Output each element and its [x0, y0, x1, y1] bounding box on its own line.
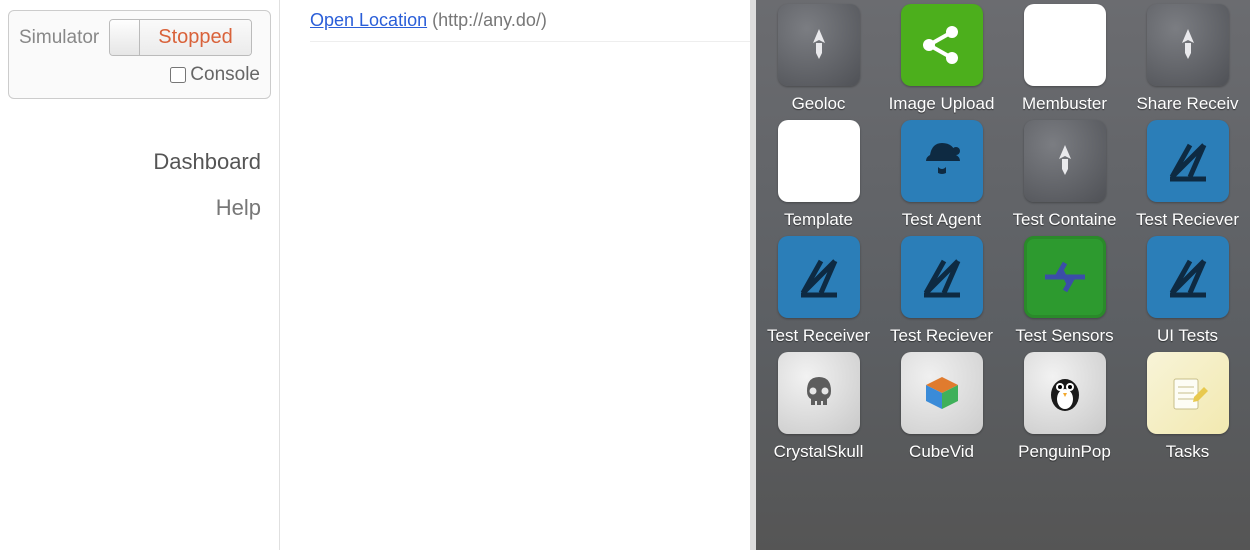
sidebar: Simulator Stopped Console Dashboard Help — [0, 0, 280, 550]
simulator-toggle-button[interactable]: Stopped — [109, 19, 252, 56]
app-label: Share Receiv — [1136, 94, 1238, 114]
cube-icon — [901, 352, 983, 434]
app-grid: Geoloc Image Upload Membuster Share Rece… — [760, 4, 1246, 462]
open-location-link[interactable]: Open Location — [310, 10, 427, 30]
device-simulator-screen: Geoloc Image Upload Membuster Share Rece… — [750, 0, 1250, 550]
app-label: Test Receiver — [767, 326, 870, 346]
compass-icon — [1147, 120, 1229, 202]
app-share-receive[interactable]: Share Receiv — [1129, 4, 1246, 114]
app-membuster[interactable]: Membuster — [1006, 4, 1123, 114]
app-label: Test Reciever — [890, 326, 993, 346]
app-test-receiver3[interactable]: Test Reciever — [883, 236, 1000, 346]
compass-icon — [778, 236, 860, 318]
app-template[interactable]: Template — [760, 120, 877, 230]
notes-icon — [1147, 352, 1229, 434]
sidebar-nav: Dashboard Help — [8, 149, 271, 221]
app-label: Template — [784, 210, 853, 230]
app-test-agent[interactable]: Test Agent — [883, 120, 1000, 230]
app-label: Test Containe — [1013, 210, 1117, 230]
console-checkbox[interactable] — [170, 67, 186, 83]
app-test-receiver2[interactable]: Test Receiver — [760, 236, 877, 346]
rocket-icon — [778, 4, 860, 86]
compass-icon — [901, 236, 983, 318]
location-url-text: (http://any.do/) — [432, 10, 547, 30]
app-penguinpop[interactable]: PenguinPop — [1006, 352, 1123, 462]
app-label: Membuster — [1022, 94, 1107, 114]
toggle-handle — [110, 20, 140, 55]
share-icon — [901, 4, 983, 86]
app-crystalskull[interactable]: CrystalSkull — [760, 352, 877, 462]
app-test-container[interactable]: Test Containe — [1006, 120, 1123, 230]
nav-dashboard[interactable]: Dashboard — [8, 149, 261, 175]
app-label: UI Tests — [1157, 326, 1218, 346]
sensors-icon — [1024, 236, 1106, 318]
nav-help[interactable]: Help — [8, 195, 261, 221]
rocket-icon — [1024, 120, 1106, 202]
app-image-upload[interactable]: Image Upload — [883, 4, 1000, 114]
app-test-sensors[interactable]: Test Sensors — [1006, 236, 1123, 346]
app-label: PenguinPop — [1018, 442, 1111, 462]
app-label: Test Sensors — [1015, 326, 1113, 346]
skull-icon — [778, 352, 860, 434]
console-checkbox-row[interactable]: Console — [19, 64, 260, 86]
app-label: Image Upload — [889, 94, 995, 114]
sherlock-icon — [901, 120, 983, 202]
main-content: Open Location (http://any.do/) Geoloc Im… — [280, 0, 1250, 550]
app-tasks[interactable]: Tasks — [1129, 352, 1246, 462]
blank-icon — [1024, 4, 1106, 86]
simulator-status-text: Stopped — [140, 20, 251, 55]
console-label: Console — [190, 64, 260, 86]
compass-icon — [1147, 236, 1229, 318]
app-label: CrystalSkull — [774, 442, 864, 462]
simulator-control-panel: Simulator Stopped Console — [8, 10, 271, 99]
app-label: Test Agent — [902, 210, 981, 230]
blank-icon — [778, 120, 860, 202]
app-label: CubeVid — [909, 442, 974, 462]
app-label: Test Reciever — [1136, 210, 1239, 230]
app-geoloc[interactable]: Geoloc — [760, 4, 877, 114]
app-label: Tasks — [1166, 442, 1209, 462]
app-test-receiver1[interactable]: Test Reciever — [1129, 120, 1246, 230]
rocket-icon — [1147, 4, 1229, 86]
app-cubevid[interactable]: CubeVid — [883, 352, 1000, 462]
simulator-label: Simulator — [19, 27, 99, 49]
app-ui-tests[interactable]: UI Tests — [1129, 236, 1246, 346]
app-label: Geoloc — [792, 94, 846, 114]
penguin-icon — [1024, 352, 1106, 434]
